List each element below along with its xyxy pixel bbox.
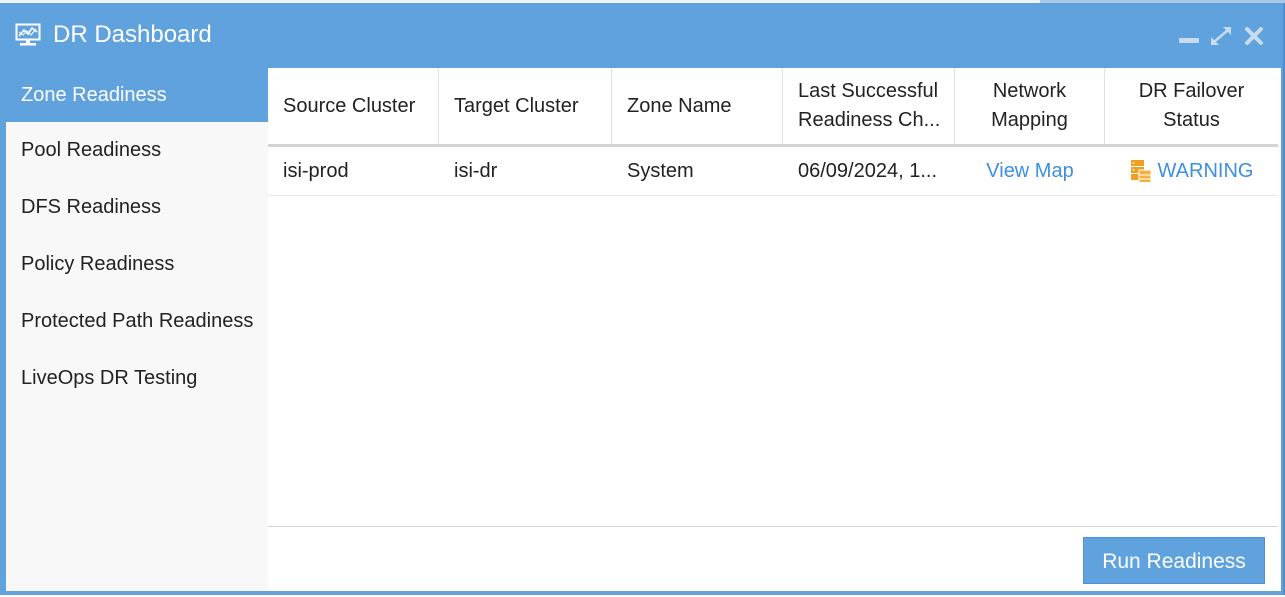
maximize-icon[interactable] bbox=[1209, 25, 1233, 47]
table-row[interactable]: isi-prod isi-dr System 06/09/2024, 1... … bbox=[268, 147, 1278, 196]
close-icon[interactable] bbox=[1244, 25, 1264, 47]
view-map-link[interactable]: View Map bbox=[986, 160, 1073, 183]
column-label-line1: DR Failover bbox=[1138, 80, 1245, 102]
status-link[interactable]: WARNING bbox=[1158, 160, 1254, 183]
cell-zone-name: System bbox=[627, 159, 694, 182]
sidebar-item-pool-readiness[interactable]: Pool Readiness bbox=[6, 122, 268, 179]
column-header-dr-failover-status[interactable]: DR Failover Status bbox=[1105, 68, 1278, 144]
sidebar-item-zone-readiness[interactable]: Zone Readiness bbox=[6, 68, 268, 122]
column-label-line2: Status bbox=[1163, 109, 1220, 131]
column-header-last-readiness-check[interactable]: Last Successful Readiness Ch... bbox=[783, 68, 955, 144]
warning-server-icon bbox=[1130, 160, 1152, 183]
column-header-source-cluster[interactable]: Source Cluster bbox=[268, 68, 439, 144]
column-label-line2: Readiness Ch... bbox=[798, 109, 941, 131]
cell-last-readiness-check: 06/09/2024, 1... bbox=[798, 159, 938, 182]
sidebar-nav: Zone Readiness Pool Readiness DFS Readin… bbox=[6, 68, 268, 591]
column-label-line2: Mapping bbox=[991, 109, 1068, 131]
zone-readiness-panel: Source Cluster Target Cluster Zone Name … bbox=[268, 68, 1281, 591]
column-label: Source Cluster bbox=[283, 94, 416, 117]
monitor-chart-icon bbox=[15, 23, 41, 46]
column-header-network-mapping[interactable]: Network Mapping bbox=[955, 68, 1105, 144]
sidebar-item-policy-readiness[interactable]: Policy Readiness bbox=[6, 236, 268, 293]
run-readiness-button[interactable]: Run Readiness bbox=[1083, 537, 1265, 584]
window-title: DR Dashboard bbox=[53, 21, 212, 48]
table-header: Source Cluster Target Cluster Zone Name … bbox=[268, 68, 1278, 147]
column-label-line1: Last Successful bbox=[798, 80, 939, 102]
footer-divider bbox=[268, 526, 1278, 527]
column-header-zone-name[interactable]: Zone Name bbox=[612, 68, 783, 144]
dr-dashboard-window: DR Dashboard Zone Readiness Pool Readine… bbox=[0, 3, 1285, 595]
column-label: Zone Name bbox=[627, 94, 732, 117]
sidebar-item-protected-path-readiness[interactable]: Protected Path Readiness bbox=[6, 293, 268, 350]
cell-network-mapping: View Map bbox=[955, 147, 1105, 195]
cell-target-cluster: isi-dr bbox=[454, 159, 498, 182]
column-header-target-cluster[interactable]: Target Cluster bbox=[439, 68, 612, 144]
sidebar-item-dfs-readiness[interactable]: DFS Readiness bbox=[6, 179, 268, 236]
window-content: Zone Readiness Pool Readiness DFS Readin… bbox=[6, 68, 1281, 591]
window-titlebar[interactable]: DR Dashboard bbox=[0, 3, 1283, 65]
column-label-line1: Network bbox=[992, 80, 1067, 102]
sidebar-item-liveops-dr-testing[interactable]: LiveOps DR Testing bbox=[6, 350, 268, 407]
cell-source-cluster: isi-prod bbox=[283, 159, 349, 182]
column-label: Target Cluster bbox=[454, 94, 579, 117]
cell-dr-failover-status: WARNING bbox=[1105, 147, 1278, 195]
minimize-icon[interactable] bbox=[1178, 25, 1200, 47]
